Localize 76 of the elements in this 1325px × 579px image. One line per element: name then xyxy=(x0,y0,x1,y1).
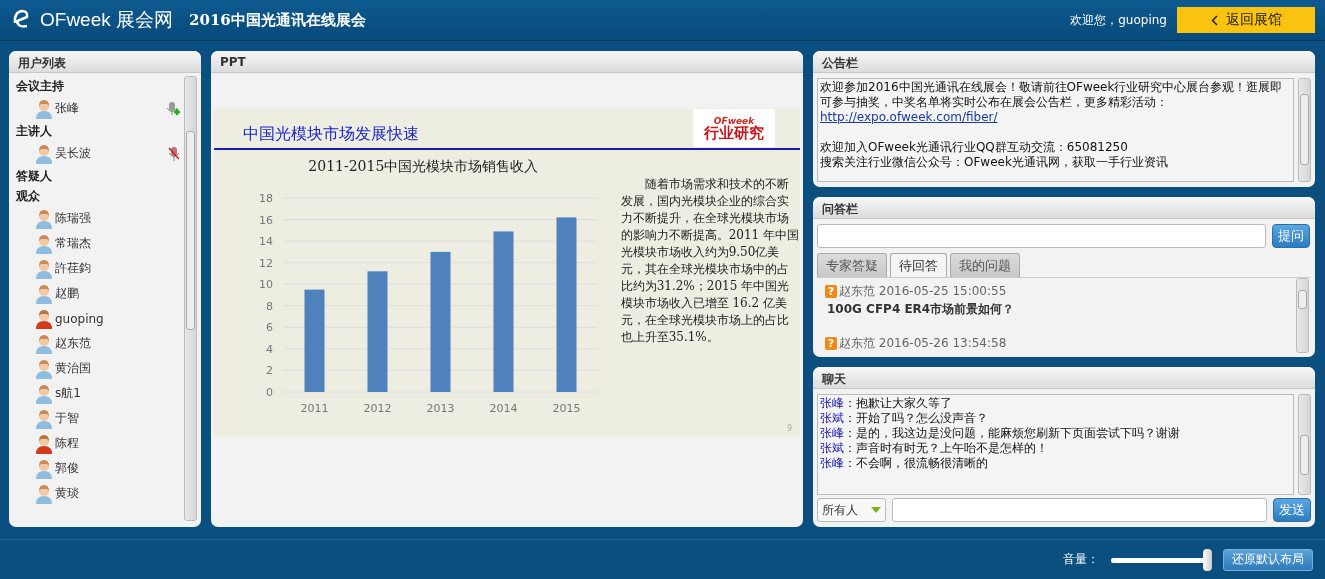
axis-label: 10 xyxy=(259,278,274,292)
announcement-text: 欢迎参加2016中国光通讯在线展会！敬请前往OFweek行业研究中心展台参观！逛展即可参与抽奖，中奖名单将实时公布在展会公告栏，更多精彩活动： xyxy=(820,80,1284,111)
question-input[interactable] xyxy=(817,224,1266,249)
caret-down-icon xyxy=(871,507,881,514)
ask-button[interactable]: 提问 xyxy=(1272,224,1310,249)
scrollbar[interactable] xyxy=(184,76,197,522)
chat-message: 张峰：不会啊，很流畅很清晰的 xyxy=(820,456,989,472)
panel-title: 问答栏 xyxy=(813,197,1315,220)
group-name: 答疑人 xyxy=(16,168,53,186)
question-badge: ? xyxy=(825,337,837,351)
user-list-item[interactable]: 陈程 xyxy=(16,431,180,457)
user-list-item[interactable]: guoping xyxy=(16,306,180,332)
question-meta: 赵东范 2016-05-25 15:00:55 xyxy=(839,283,1007,301)
axis-label: 2014 xyxy=(489,402,518,416)
axis-label: 2015 xyxy=(552,402,581,416)
qa-tab[interactable]: 专家答疑 xyxy=(817,253,887,278)
volume-label: 音量： xyxy=(1063,551,1099,569)
panel-title: 用户列表 xyxy=(9,51,201,74)
axis-label: 16 xyxy=(259,214,274,228)
volume-slider[interactable] xyxy=(1109,548,1213,571)
chat-message: 张斌：开始了吗？怎么没声音？ xyxy=(820,411,989,427)
page-number: 9 xyxy=(786,424,792,434)
axis-label: 2 xyxy=(266,364,274,378)
user-list-item[interactable]: 赵鹏 xyxy=(16,281,180,307)
back-button[interactable]: 返回展馆 xyxy=(1177,7,1315,34)
axis-label: 4 xyxy=(266,343,274,357)
chat-message: 张峰：是的，我这边是没问题，能麻烦您刷新下页面尝试下吗？谢谢 xyxy=(820,426,1181,442)
axis-label: 6 xyxy=(266,321,274,335)
group-name: 会议主持 xyxy=(16,78,65,96)
recipient-select[interactable]: 所有人 xyxy=(817,498,886,523)
qa-tab[interactable]: 待回答 xyxy=(890,253,947,278)
user-list-item[interactable]: 郭俊 xyxy=(16,456,180,482)
chat-input[interactable] xyxy=(892,498,1267,523)
scrollbar[interactable] xyxy=(1298,394,1311,496)
group-name: 主讲人 xyxy=(16,123,53,141)
user-list-item[interactable]: 許荏鈞 xyxy=(16,256,180,282)
user-list-item[interactable]: 张峰 xyxy=(16,96,180,122)
axis-label: 8 xyxy=(266,300,274,314)
axis-label: 14 xyxy=(259,235,274,249)
axis-label: 2011 xyxy=(300,402,329,416)
question-badge: ? xyxy=(825,285,837,299)
welcome-text: 欢迎您，guoping xyxy=(1070,11,1167,29)
panel-title: 聊天 xyxy=(813,367,1315,390)
user-list-item[interactable]: 常瑞杰 xyxy=(16,231,180,257)
panel-title: 公告栏 xyxy=(813,51,1315,74)
page-title: 2016中国光通讯在线展会 xyxy=(189,10,366,30)
axis-label: 12 xyxy=(259,257,274,271)
chat-message: 张峰：抱歉让大家久等了 xyxy=(820,396,953,412)
axis-label: 18 xyxy=(259,192,274,206)
user-list-item[interactable]: 于智 xyxy=(16,406,180,432)
panel-title: PPT xyxy=(211,51,803,74)
scrollbar[interactable] xyxy=(1296,278,1309,354)
slide-heading: 中国光模块市场发展快速 xyxy=(243,124,419,146)
question-meta: 赵东范 2016-05-26 13:54:58 xyxy=(839,335,1007,353)
slide-paragraph: 随着市场需求和技术的不断发展，国内光模块企业的综合实力不断提升，在全球光模块市场的影响力不断提高。2011 年中国光模块市场收入约为9.50亿美元，其在全球光模块市场中的占比约为31.2%；2015 年中国光模块市场收入已增至 16.2 亿美元，在全球光模块市场上的占比也上升至35.1%。 xyxy=(620,176,800,347)
qa-tab[interactable]: 我的问题 xyxy=(950,253,1020,278)
group-name: 观众 xyxy=(16,188,41,206)
chat-message: 张斌：声音时有时无？上午咍不是怎样的！ xyxy=(820,441,1049,457)
chevron-left-icon xyxy=(1210,14,1218,26)
research-logo: OFweek 行业研究 xyxy=(693,109,775,148)
axis-label: 2013 xyxy=(426,402,455,416)
user-list-item[interactable]: 赵东范 xyxy=(16,331,180,357)
axis-label: 0 xyxy=(266,386,274,400)
question-text: 100G CFP4 ER4市场前景如何？ xyxy=(827,301,1016,319)
chart-title: 2011-2015中国光模块市场销售收入 xyxy=(308,158,539,177)
axis-label: 2012 xyxy=(363,402,392,416)
user-list-item[interactable]: 黄治国 xyxy=(16,356,180,382)
user-list-item[interactable]: s航1 xyxy=(16,381,180,407)
user-list-item[interactable]: 黄琰 xyxy=(16,481,180,507)
user-list-item[interactable]: 陈瑞强 xyxy=(16,206,180,232)
user-list-item[interactable]: 吴长波 xyxy=(16,141,180,167)
announcement-link[interactable]: http://expo.ofweek.com/fiber/ xyxy=(820,110,1291,126)
announcement-text: 搜索关注行业微信公众号：OFweek光通讯网，获取一手行业资讯 xyxy=(820,155,1169,171)
scrollbar[interactable] xyxy=(1298,78,1311,183)
announcement-text: 欢迎加入OFweek光通讯行业QQ群互动交流：65081250 xyxy=(820,140,1129,156)
brand-name: OFweek 展会网 xyxy=(40,8,174,33)
